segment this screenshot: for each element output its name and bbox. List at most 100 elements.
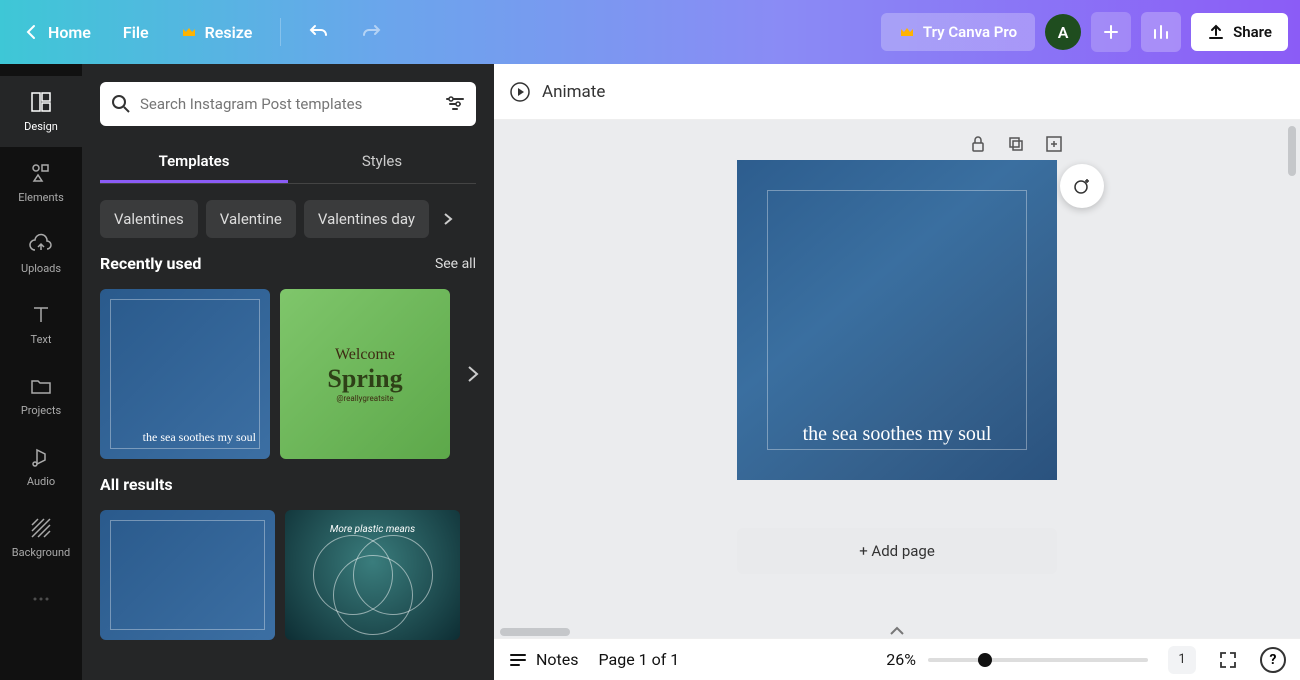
thumb-spring-welcome: Welcome (335, 346, 395, 364)
add-page-icon[interactable] (1044, 134, 1064, 154)
recent-scroll-right[interactable] (464, 365, 482, 383)
search-row (100, 82, 476, 126)
canvas-area: Animate th (494, 64, 1300, 680)
file-label: File (123, 23, 149, 42)
template-thumb-sea-2[interactable] (100, 510, 275, 640)
left-rail: Design Elements Uploads Text Projects (0, 64, 82, 680)
duplicate-icon[interactable] (1006, 134, 1026, 154)
thumb-spring-handle: @reallygreatsite (336, 394, 393, 403)
plus-icon (1102, 23, 1120, 41)
text-icon (29, 303, 53, 327)
topbar-left-group: Home File Resize (12, 14, 393, 50)
undo-button[interactable] (297, 14, 341, 50)
page-count-button[interactable]: 1 (1168, 646, 1196, 674)
more-icon (29, 587, 53, 611)
home-label: Home (48, 23, 91, 42)
avatar[interactable]: A (1045, 14, 1081, 50)
panel-tabs: Templates Styles (100, 142, 476, 184)
pages-expand-handle[interactable] (889, 626, 905, 636)
search-input[interactable] (140, 95, 436, 113)
vertical-scrollbar[interactable] (1286, 120, 1298, 638)
template-thumb-sea[interactable]: the sea soothes my soul (100, 289, 270, 459)
insights-button[interactable] (1141, 12, 1181, 52)
crown-icon (899, 24, 915, 40)
tab-templates[interactable]: Templates (100, 142, 288, 183)
plastic-rings (285, 510, 460, 640)
file-button[interactable]: File (111, 15, 161, 50)
rail-more[interactable] (0, 573, 82, 625)
rail-label: Design (24, 120, 58, 133)
rail-projects[interactable]: Projects (0, 360, 82, 431)
body: Design Elements Uploads Text Projects (0, 64, 1300, 680)
page-controls (968, 134, 1064, 154)
all-head: All results (100, 475, 476, 494)
rail-elements[interactable]: Elements (0, 147, 82, 218)
projects-icon (29, 374, 53, 398)
separator (280, 18, 281, 46)
chip-valentine[interactable]: Valentine (206, 200, 296, 238)
stage-wrap: the sea soothes my soul + Add page (494, 120, 1300, 638)
uploads-icon (29, 232, 53, 256)
template-thumb-spring[interactable]: Welcome Spring @reallygreatsite (280, 289, 450, 459)
recent-thumbs: the sea soothes my soul Welcome Spring @… (100, 289, 476, 459)
share-label: Share (1233, 23, 1272, 41)
rail-label: Text (31, 333, 52, 346)
topbar-right-group: Try Canva Pro A Share (881, 12, 1288, 52)
background-icon (29, 516, 53, 540)
animate-label: Animate (542, 82, 605, 102)
zoom-slider-handle[interactable] (978, 653, 992, 667)
chart-icon (1151, 22, 1171, 42)
chip-valentines[interactable]: Valentines (100, 200, 198, 238)
filter-icon[interactable] (444, 93, 466, 115)
rail-text[interactable]: Text (0, 289, 82, 360)
redo-icon (361, 22, 381, 42)
rail-label: Elements (18, 191, 64, 204)
page-indicator-text[interactable]: Page 1 of 1 (599, 650, 680, 669)
suggestion-chips: Valentines Valentine Valentines day (100, 200, 476, 238)
upload-icon (1207, 23, 1225, 41)
tab-styles[interactable]: Styles (288, 142, 476, 183)
resize-button[interactable]: Resize (169, 15, 265, 50)
resize-label: Resize (205, 23, 253, 42)
templates-panel: Templates Styles Valentines Valentine Va… (82, 64, 494, 680)
redo-button[interactable] (349, 14, 393, 50)
recent-head: Recently used See all (100, 254, 476, 273)
design-canvas[interactable]: the sea soothes my soul (737, 160, 1057, 480)
try-pro-label: Try Canva Pro (923, 23, 1017, 41)
rail-uploads[interactable]: Uploads (0, 218, 82, 289)
all-thumbs: More plastic means (100, 510, 476, 640)
add-member-button[interactable] (1091, 12, 1131, 52)
all-title: All results (100, 475, 173, 494)
canvas-text[interactable]: the sea soothes my soul (737, 423, 1057, 446)
chips-scroll-right[interactable] (437, 208, 459, 230)
comment-fab[interactable] (1060, 164, 1104, 208)
rail-background[interactable]: Background (0, 502, 82, 573)
chip-valentines-day[interactable]: Valentines day (304, 200, 429, 238)
design-icon (29, 90, 53, 114)
add-page-button[interactable]: + Add page (737, 528, 1057, 574)
notes-icon (508, 650, 528, 670)
animate-button[interactable]: Animate (508, 80, 605, 104)
try-pro-button[interactable]: Try Canva Pro (881, 13, 1035, 51)
help-button[interactable]: ? (1260, 647, 1286, 673)
template-thumb-plastic[interactable]: More plastic means (285, 510, 460, 640)
elements-icon (29, 161, 53, 185)
home-button[interactable]: Home (12, 15, 103, 50)
rail-label: Audio (27, 475, 55, 488)
search-icon (110, 93, 132, 115)
fullscreen-button[interactable] (1216, 648, 1240, 672)
recent-see-all[interactable]: See all (435, 256, 476, 272)
zoom-slider[interactable] (928, 658, 1148, 662)
sparkle-icon (1071, 175, 1093, 197)
rail-audio[interactable]: Audio (0, 431, 82, 502)
lock-icon[interactable] (968, 134, 988, 154)
zoom-value[interactable]: 26% (886, 650, 916, 669)
notes-label: Notes (536, 650, 579, 669)
notes-button[interactable]: Notes (508, 650, 579, 670)
thumb-spring-word: Spring (327, 364, 402, 394)
rail-design[interactable]: Design (0, 76, 82, 147)
crown-icon (181, 24, 197, 40)
thumb-caption: the sea soothes my soul (143, 430, 256, 445)
share-button[interactable]: Share (1191, 13, 1288, 51)
rail-label: Background (12, 546, 70, 559)
